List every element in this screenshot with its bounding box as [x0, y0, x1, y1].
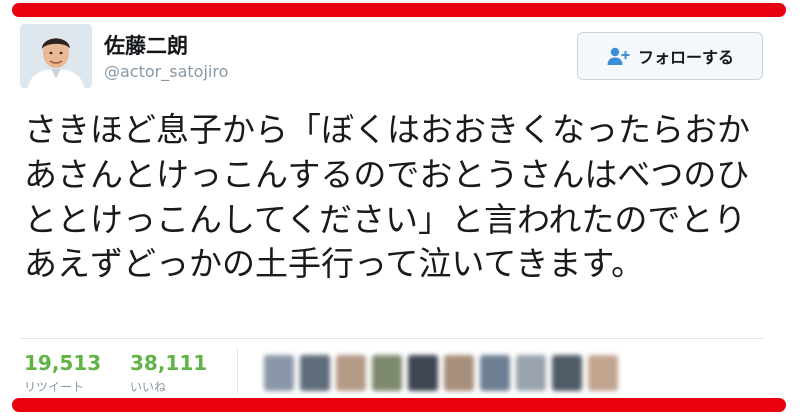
follow-button-label: フォローする — [637, 48, 734, 67]
profile-avatar[interactable] — [20, 24, 92, 88]
liker-avatar[interactable] — [588, 355, 618, 391]
top-highlight-bar — [12, 3, 786, 17]
retweet-count: 19,513 — [24, 351, 102, 375]
liker-avatar[interactable] — [372, 355, 402, 391]
profile-photo-icon — [20, 24, 92, 88]
retweet-stat[interactable]: 19,513 リツイート — [24, 352, 101, 395]
liker-avatar[interactable] — [300, 355, 330, 391]
liker-avatars — [264, 355, 618, 391]
liker-avatar[interactable] — [264, 355, 294, 391]
like-count: 38,111 — [130, 351, 208, 375]
username-handle[interactable]: @actor_satojiro — [104, 62, 228, 81]
follow-button[interactable]: フォローする — [577, 32, 763, 80]
bottom-highlight-bar — [12, 398, 786, 412]
liker-avatar[interactable] — [552, 355, 582, 391]
stats-divider — [20, 338, 764, 339]
liker-avatar[interactable] — [480, 355, 510, 391]
tweet-text: さきほど息子から「ぼくはおおきくなったらおかあさんとけっこんするのでおとうさんは… — [24, 110, 750, 284]
liker-avatar[interactable] — [408, 355, 438, 391]
like-label: いいね — [130, 380, 167, 394]
like-stat[interactable]: 38,111 いいね — [130, 352, 207, 395]
stats-separator — [237, 348, 238, 394]
retweet-label: リツイート — [24, 380, 85, 394]
display-name[interactable]: 佐藤二朗 — [104, 30, 188, 60]
person-add-icon — [607, 47, 630, 65]
liker-avatar[interactable] — [444, 355, 474, 391]
liker-avatar[interactable] — [516, 355, 546, 391]
liker-avatar[interactable] — [336, 355, 366, 391]
